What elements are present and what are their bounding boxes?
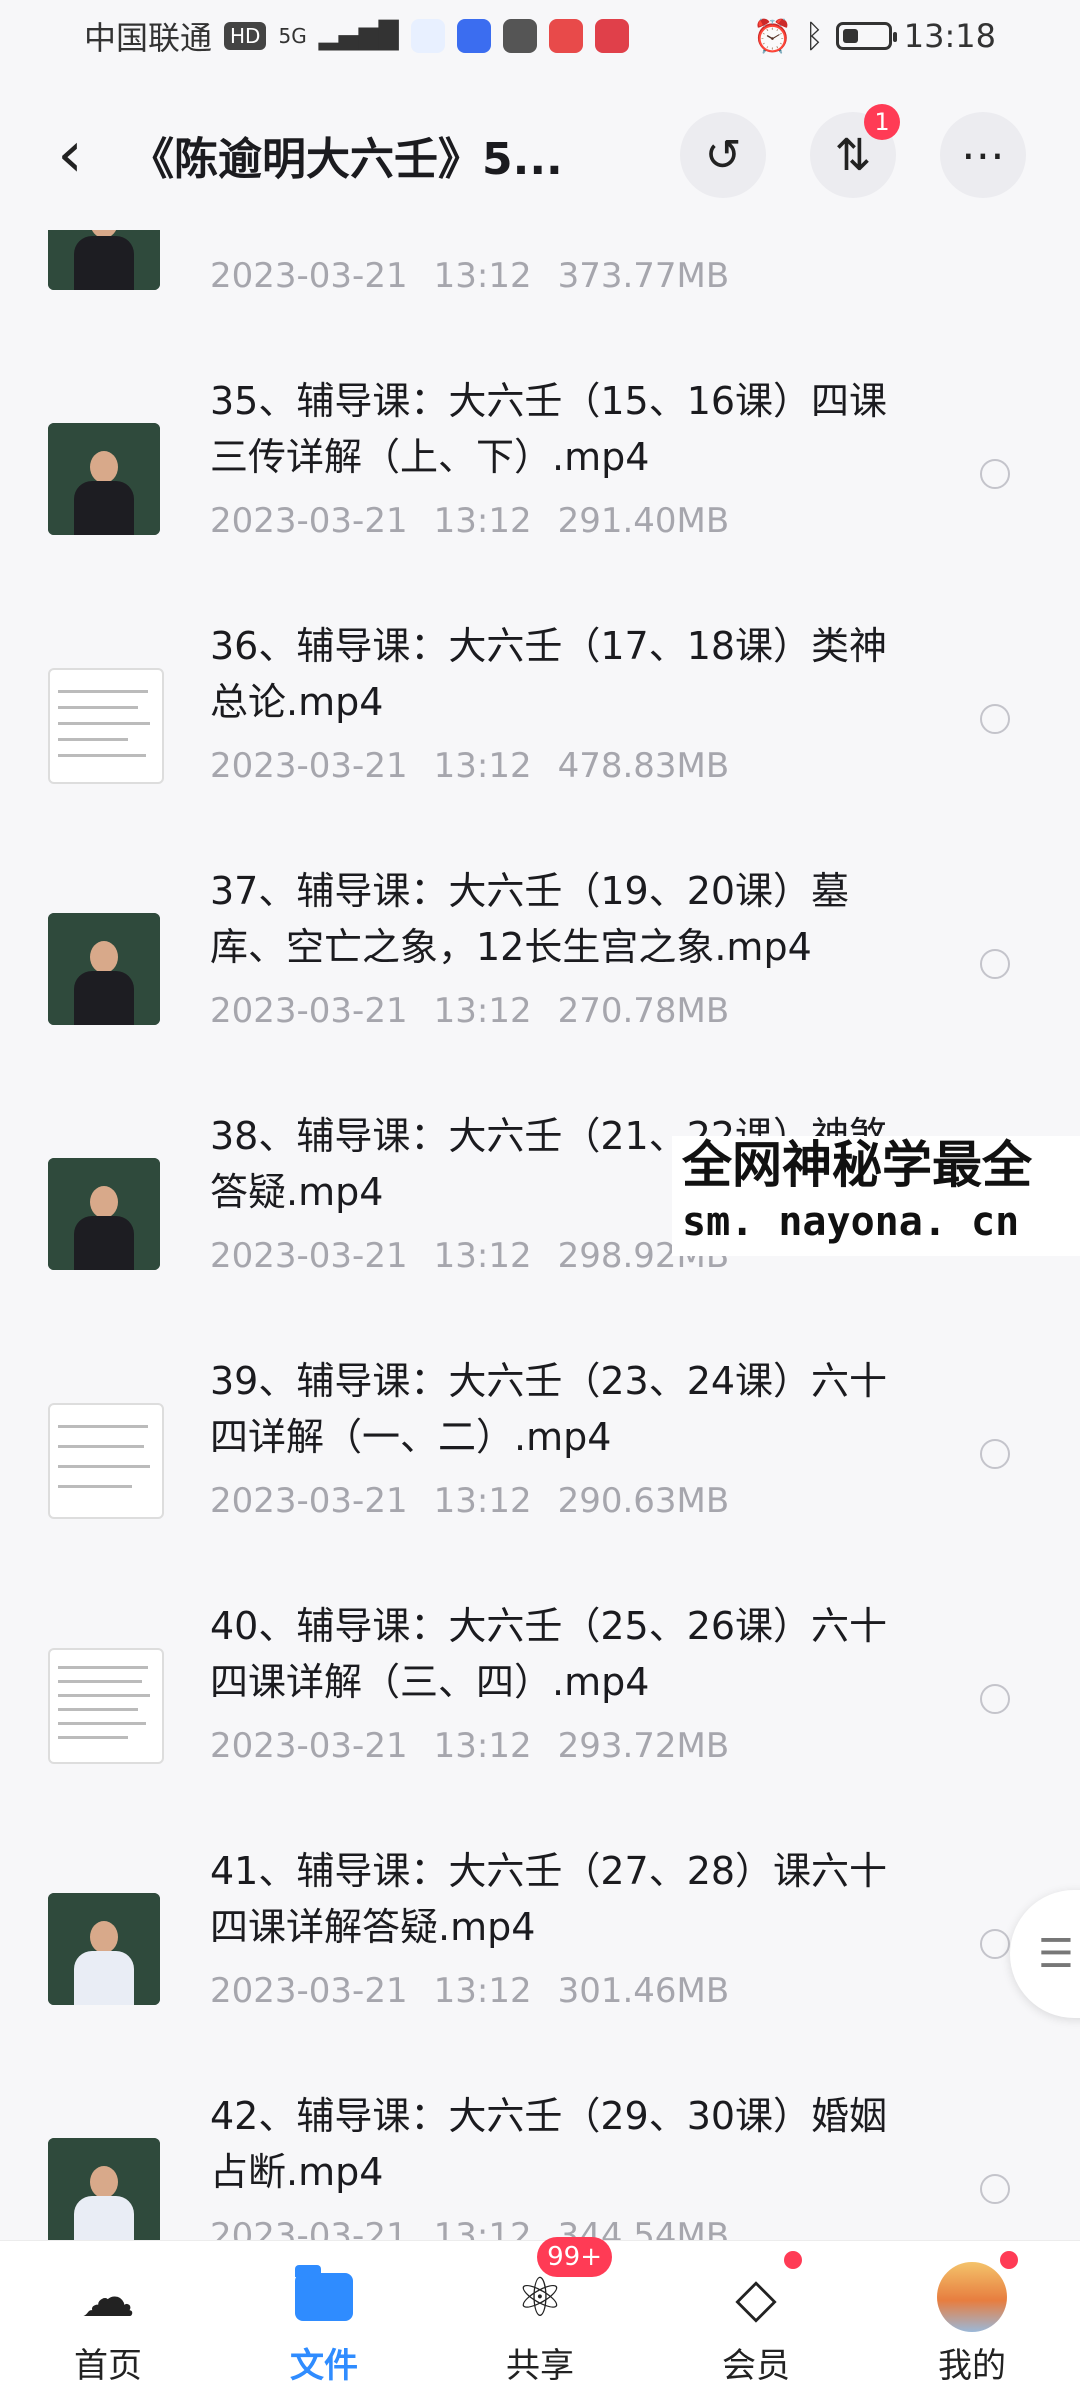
game-app-icon [548, 19, 583, 53]
transfer-button[interactable]: ⇅ 1 [810, 104, 900, 198]
file-meta: 2023-03-21 13:12 344.54MB [210, 2216, 730, 2240]
nav-home-label: 首页 [74, 2346, 142, 2386]
video-thumbnail [48, 423, 160, 535]
more-button[interactable]: ⋯ [940, 112, 1026, 198]
list-item[interactable]: 36、辅导课：大六壬（17、18课）类神总论.mp4 2023-03-21 13:… [0, 598, 1080, 843]
bottom-nav: ☁ 首页 文件 ⚛ 99+ 共享 ◇ 会员 我的 [0, 2237, 1080, 2401]
file-name: 35、辅导课：大六壬（15、16课）四课三传详解（上、下）.mp4 [210, 379, 888, 479]
file-meta: 2023-03-21 13:12 270.78MB [210, 991, 730, 1031]
select-radio[interactable] [980, 2174, 1010, 2204]
cloud-app-icon [410, 19, 445, 53]
cloud-icon: ☁ [81, 2265, 135, 2329]
watermark-line1: 全网神秘学最全 [682, 1136, 1032, 1194]
me-notification-dot [1000, 2251, 1018, 2269]
status-bar: 中国联通 HD 5G ▂▄▆█ ⏰ ᛒ 13:18 [0, 0, 1080, 72]
select-radio[interactable] [980, 1929, 1010, 1959]
list-item[interactable]: 42、辅导课：大六壬（29、30课）婚姻占断.mp4 2023-03-21 13:… [0, 2068, 1080, 2240]
document-thumbnail [48, 668, 164, 784]
file-meta: 2023-03-21 13:12 373.77MB [210, 256, 730, 296]
carrier-label: 中国联通 [84, 19, 213, 57]
file-name: 39、辅导课：大六壬（23、24课）六十四详解（一、二）.mp4 [210, 1359, 888, 1459]
status-left: 中国联通 HD 5G ▂▄▆█ [84, 13, 629, 59]
select-radio[interactable] [980, 1684, 1010, 1714]
file-meta: 2023-03-21 13:12 291.40MB [210, 501, 730, 541]
bluetooth-icon: ᛒ [804, 17, 824, 55]
history-icon: ↺ [704, 129, 742, 181]
hand-app-icon [502, 19, 537, 53]
signal-icon: ▂▄▆█ [318, 21, 399, 51]
list-item[interactable]: 39、辅导课：大六壬（23、24课）六十四详解（一、二）.mp4 2023-03… [0, 1333, 1080, 1578]
file-name: 42、辅导课：大六壬（29、30课）婚姻占断.mp4 [210, 2094, 888, 2194]
watermark-overlay: 全网神秘学最全 sm. nayona. cn [672, 1136, 1080, 1256]
document-thumbnail [48, 1648, 164, 1764]
menu-icon: ☰ [1038, 1931, 1074, 1977]
file-meta: 2023-03-21 13:12 301.46MB [210, 1971, 730, 2011]
transfer-badge: 1 [864, 104, 900, 140]
nav-vip[interactable]: ◇ 会员 [648, 2241, 864, 2401]
nav-vip-label: 会员 [722, 2346, 790, 2386]
list-item[interactable]: 40、辅导课：大六壬（25、26课）六十四课详解（三、四）.mp4 2023-0… [0, 1578, 1080, 1823]
video-thumbnail [48, 913, 160, 1025]
file-name: 41、辅导课：大六壬（27、28）课六十四课详解答疑.mp4 [210, 1849, 888, 1949]
more-icon: ⋯ [961, 129, 1005, 181]
clock: 13:18 [903, 17, 996, 55]
nav-share[interactable]: ⚛ 99+ 共享 [432, 2237, 648, 2401]
hd-badge: HD [224, 22, 267, 50]
book-app-icon [594, 19, 629, 53]
file-name: 36、辅导课：大六壬（17、18课）类神总论.mp4 [210, 624, 888, 724]
select-radio[interactable] [980, 704, 1010, 734]
nav-home[interactable]: ☁ 首页 [0, 2241, 216, 2401]
video-thumbnail [48, 1158, 160, 1270]
file-meta: 2023-03-21 13:12 290.63MB [210, 1481, 730, 1521]
watermark-line2: sm. nayona. cn [682, 1199, 1020, 1245]
select-radio[interactable] [980, 459, 1010, 489]
network-label: 5G [278, 24, 307, 48]
header: ‹ 《陈逾明大六壬》5... ↺ ⇅ 1 ⋯ [0, 90, 1080, 220]
document-thumbnail [48, 1403, 164, 1519]
video-thumbnail [48, 230, 160, 290]
list-item[interactable]: 2023-03-21 13:12 373.77MB [0, 230, 1080, 353]
file-meta: 2023-03-21 13:12 293.72MB [210, 1726, 730, 1766]
nav-files[interactable]: 文件 [216, 2241, 432, 2401]
transfer-icon: ⇅ [834, 129, 872, 181]
folder-icon [289, 2262, 359, 2332]
alarm-icon: ⏰ [752, 17, 793, 55]
page-title: 《陈逾明大六壬》5... [130, 134, 563, 185]
list-item[interactable]: 37、辅导课：大六壬（19、20课）墓库、空亡之象，12长生宫之象.mp4 20… [0, 843, 1080, 1088]
status-right: ⏰ ᛒ 13:18 [753, 17, 996, 55]
nav-me[interactable]: 我的 [864, 2241, 1080, 2401]
nav-files-label: 文件 [290, 2346, 358, 2386]
video-thumbnail [48, 1893, 160, 2005]
battery-icon [835, 22, 897, 50]
select-radio[interactable] [980, 949, 1010, 979]
select-radio[interactable] [980, 1439, 1010, 1469]
list-item[interactable]: 41、辅导课：大六壬（27、28）课六十四课详解答疑.mp4 2023-03-2… [0, 1823, 1080, 2068]
share-badge: 99+ [537, 2237, 612, 2277]
file-name: 37、辅导课：大六壬（19、20课）墓库、空亡之象，12长生宫之象.mp4 [210, 869, 850, 969]
history-button[interactable]: ↺ [680, 112, 766, 198]
back-icon[interactable]: ‹ [30, 115, 110, 195]
nav-share-label: 共享 [506, 2346, 574, 2386]
vip-diamond-icon: ◇ [735, 2265, 777, 2329]
shield-app-icon [456, 19, 491, 53]
video-thumbnail [48, 2138, 160, 2240]
avatar [937, 2262, 1007, 2332]
vip-notification-dot [784, 2251, 802, 2269]
file-meta: 2023-03-21 13:12 478.83MB [210, 746, 730, 786]
file-name: 40、辅导课：大六壬（25、26课）六十四课详解（三、四）.mp4 [210, 1604, 888, 1704]
nav-me-label: 我的 [938, 2346, 1006, 2386]
list-item[interactable]: 35、辅导课：大六壬（15、16课）四课三传详解（上、下）.mp4 2023-0… [0, 353, 1080, 598]
